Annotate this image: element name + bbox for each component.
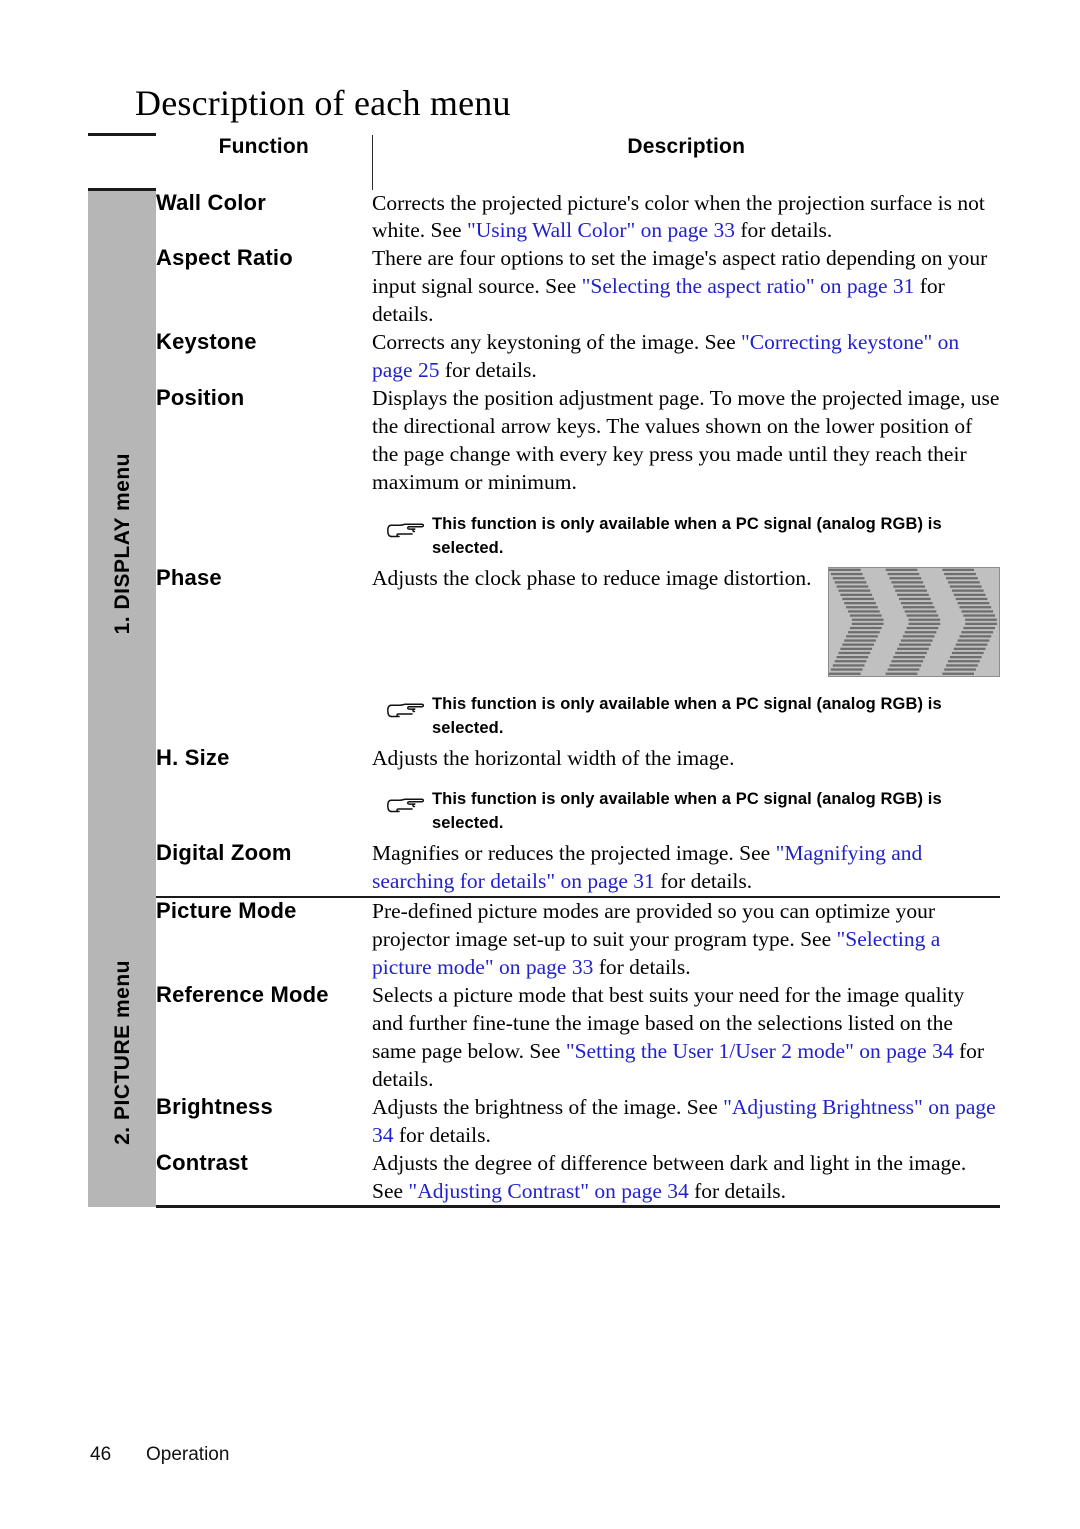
cross-reference-link[interactable]: "Using Wall Color" on page 33: [467, 218, 735, 242]
pointing-hand-icon: [387, 703, 425, 717]
header-description: Description: [627, 134, 746, 158]
function-name-cell: Reference Mode: [156, 981, 329, 1007]
cross-reference-link[interactable]: "Selecting the aspect ratio" on page 31: [582, 274, 915, 298]
footer-page-number: 46: [90, 1444, 112, 1465]
description-cell: Adjusts the brightness of the image. See…: [372, 1094, 1000, 1150]
table-row: Digital Zoom Magnifies or reduces the pro…: [88, 840, 1000, 899]
function-name-cell: Digital Zoom: [156, 840, 372, 899]
pointing-hand-icon: [386, 792, 432, 826]
description-text: Adjusts the clock phase to reduce image …: [372, 565, 812, 590]
function-name-cell: Position: [156, 385, 245, 411]
section-label-wrap: 1. DISPLAY menu: [88, 191, 156, 897]
description-cell: There are four options to set the image'…: [372, 245, 1000, 329]
cross-reference-link[interactable]: "Adjusting Contrast" on page 34: [408, 1179, 688, 1203]
table-body: 1. DISPLAY menu Wall Color Corrects the p…: [88, 189, 1000, 1209]
menu-description-table: Function Description 1. DISPLAY menu Wal…: [88, 133, 1000, 1209]
function-name-cell: Contrast: [156, 1149, 372, 1209]
section-label: 2. PICTURE menu: [110, 959, 134, 1145]
description-body: Adjusts the clock phase to reduce image …: [372, 565, 820, 593]
description-body: Magnifies or reduces the projected image…: [372, 840, 1000, 896]
description-cell: Selects a picture mode that best suits y…: [372, 982, 1000, 1094]
header-function: Function: [156, 134, 373, 190]
sample-image-frame: [828, 566, 1000, 677]
description-cell: Corrects the projected picture's color w…: [372, 190, 1000, 246]
description-text: for details.: [654, 869, 753, 894]
page-footer: 46 Operation: [90, 1444, 229, 1466]
page-title: Description of each menu: [135, 83, 511, 124]
function-name-cell: Phase: [156, 564, 222, 590]
description-cell: Corrects any keystoning of the image. Se…: [372, 329, 1000, 385]
description-text: Adjusts the horizontal width of the imag…: [372, 745, 735, 770]
table-row: 1. DISPLAY menu Wall Color Corrects the p…: [88, 189, 1000, 898]
note-text: This function is only available when a P…: [432, 790, 942, 833]
phase-distortion-sample-image: [829, 567, 999, 676]
pointing-hand-icon: [386, 697, 432, 731]
description-body: Corrects the projected picture's color w…: [372, 190, 1000, 246]
description-text: for details.: [593, 955, 691, 980]
description-cell: Adjusts the degree of difference between…: [372, 1149, 1000, 1209]
description-body: Adjusts the degree of difference between…: [372, 1150, 1000, 1206]
description-body: Displays the position adjustment page. T…: [372, 385, 1000, 497]
function-name-cell: Aspect Ratio: [156, 245, 293, 271]
cross-reference-link[interactable]: "Setting the User 1/User 2 mode" on page…: [566, 1039, 954, 1063]
header-row: Function Description: [88, 133, 1000, 191]
note-text: This function is only available when a P…: [432, 694, 942, 737]
table-row: Position Displays the position adjustment…: [88, 385, 1000, 565]
table-row: Contrast Adjusts the degree of difference…: [88, 1149, 1000, 1209]
description-body: Selects a picture mode that best suits y…: [372, 982, 1000, 1094]
description-cell: Magnifies or reduces the projected image…: [372, 840, 1000, 899]
note-block: This function is only available when a P…: [372, 788, 1000, 836]
description-text: for details.: [393, 1122, 491, 1147]
description-text: Magnifies or reduces the projected image…: [372, 841, 776, 866]
table-row: Reference Mode Selects a picture mode tha…: [88, 982, 1000, 1094]
table-row: Aspect Ratio There are four options to se…: [88, 245, 1000, 329]
description-with-image: Adjusts the clock phase to reduce image …: [372, 565, 1000, 677]
pointing-hand-icon: [386, 517, 432, 551]
footer-chapter: Operation: [146, 1444, 230, 1465]
table-row: 2. PICTURE menu Picture Mode Pre-defined …: [88, 897, 1000, 1207]
section-label-wrap: 2. PICTURE menu: [88, 897, 156, 1207]
description-cell: Displays the position adjustment page. T…: [372, 385, 1000, 565]
description-text: for details.: [688, 1178, 787, 1203]
description-body: Corrects any keystoning of the image. Se…: [372, 329, 1000, 385]
description-text: for details.: [734, 218, 833, 243]
note-block: This function is only available when a P…: [372, 693, 1000, 741]
description-body: Adjusts the horizontal width of the imag…: [372, 745, 1000, 773]
function-name-cell: H. Size: [156, 744, 230, 770]
description-body: There are four options to set the image'…: [372, 245, 1000, 329]
note-block: This function is only available when a P…: [372, 513, 1000, 561]
table-header: Function Description: [88, 133, 1000, 191]
description-text: Adjusts the brightness of the image. See: [372, 1094, 724, 1119]
description-cell: Adjusts the horizontal width of the imag…: [372, 745, 1000, 841]
function-name-cell: Brightness: [156, 1093, 273, 1119]
section-label: 1. DISPLAY menu: [110, 453, 134, 635]
description-text: Corrects any keystoning of the image. Se…: [372, 330, 741, 355]
section-band-picture-menu: 2. PICTURE menu: [88, 897, 156, 1207]
table-row: Phase Adjusts the clock phase to reduce …: [88, 565, 1000, 745]
function-name-cell: Wall Color: [156, 189, 266, 215]
table-row: Keystone Corrects any keystoning of the i…: [88, 329, 1000, 385]
table-row: H. Size Adjusts the horizontal width of t…: [88, 745, 1000, 841]
description-cell: Pre-defined picture modes are provided s…: [372, 897, 1000, 982]
pointing-hand-icon: [387, 523, 425, 538]
note-text: This function is only available when a P…: [432, 514, 942, 557]
description-body: Adjusts the brightness of the image. See…: [372, 1094, 1000, 1150]
description-text: for details.: [439, 358, 537, 383]
description-text: Displays the position adjustment page. T…: [372, 386, 1000, 494]
header-spacer: [88, 133, 156, 191]
section-band-display-menu: 1. DISPLAY menu: [88, 189, 156, 898]
pointing-hand-icon: [387, 798, 425, 813]
document-page: Description of each menu Function Descri…: [0, 0, 1080, 1529]
description-body: Pre-defined picture modes are provided s…: [372, 898, 1000, 982]
description-cell: Adjusts the clock phase to reduce image …: [372, 565, 1000, 745]
function-name-cell: Keystone: [156, 329, 257, 355]
function-name-cell: Picture Mode: [156, 898, 297, 924]
table-row: Brightness Adjusts the brightness of the …: [88, 1094, 1000, 1150]
